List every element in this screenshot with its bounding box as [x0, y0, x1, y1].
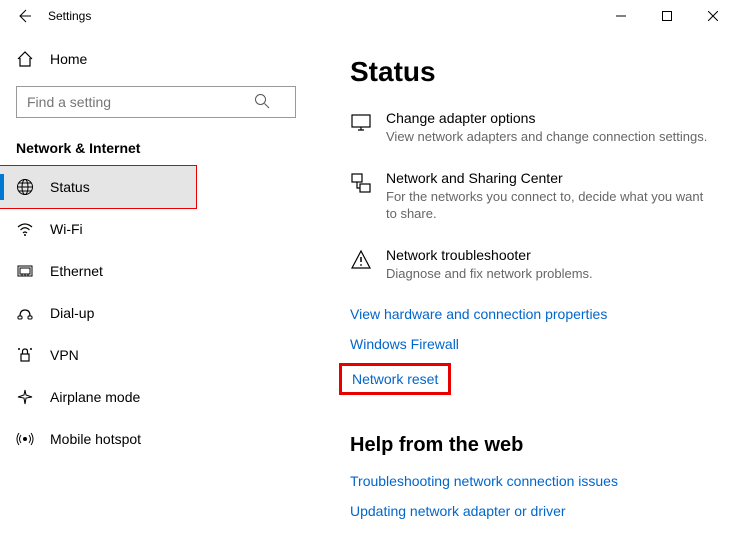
globe-icon: [16, 178, 34, 196]
monitor-icon: [350, 110, 372, 146]
home-icon: [16, 50, 34, 68]
option-troubleshooter[interactable]: Network troubleshooter Diagnose and fix …: [350, 247, 712, 283]
option-title: Network troubleshooter: [386, 247, 593, 263]
content-pane: Status Change adapter options View netwo…: [310, 32, 736, 559]
option-desc: View network adapters and change connect…: [386, 128, 707, 146]
warning-icon: [350, 247, 372, 283]
option-title: Change adapter options: [386, 110, 707, 126]
sidebar-item-label: Mobile hotspot: [50, 431, 141, 447]
help-link-troubleshooting[interactable]: Troubleshooting network connection issue…: [350, 473, 618, 489]
window-title: Settings: [48, 9, 91, 23]
wifi-icon: [16, 220, 34, 238]
option-sharing-center[interactable]: Network and Sharing Center For the netwo…: [350, 170, 712, 223]
option-change-adapter[interactable]: Change adapter options View network adap…: [350, 110, 712, 146]
help-title: Help from the web: [350, 434, 712, 457]
sidebar-item-vpn[interactable]: VPN: [0, 334, 310, 376]
sidebar-item-hotspot[interactable]: Mobile hotspot: [0, 418, 310, 460]
sidebar-item-airplane[interactable]: Airplane mode: [0, 376, 310, 418]
hotspot-icon: [16, 430, 34, 448]
option-title: Network and Sharing Center: [386, 170, 712, 186]
airplane-icon: [16, 388, 34, 406]
sidebar-item-label: VPN: [50, 347, 79, 363]
dialup-icon: [16, 304, 34, 322]
home-label: Home: [50, 51, 87, 67]
vpn-icon: [16, 346, 34, 364]
help-link-updating-adapter[interactable]: Updating network adapter or driver: [350, 503, 566, 519]
close-button[interactable]: [690, 0, 736, 32]
category-label: Network & Internet: [0, 126, 310, 166]
sidebar-item-ethernet[interactable]: Ethernet: [0, 250, 310, 292]
sidebar: Home Network & Internet Status: [0, 32, 310, 559]
link-hardware-properties[interactable]: View hardware and connection properties: [350, 306, 607, 322]
home-nav[interactable]: Home: [0, 40, 310, 78]
minimize-button[interactable]: [598, 0, 644, 32]
sidebar-item-label: Dial-up: [50, 305, 94, 321]
sidebar-item-wifi[interactable]: Wi-Fi: [0, 208, 310, 250]
sidebar-item-label: Wi-Fi: [50, 221, 83, 237]
sidebar-item-label: Ethernet: [50, 263, 103, 279]
option-desc: For the networks you connect to, decide …: [386, 188, 712, 223]
sidebar-item-label: Airplane mode: [50, 389, 140, 405]
network-icon: [350, 170, 372, 223]
link-network-reset[interactable]: Network reset: [342, 366, 448, 392]
back-button[interactable]: [16, 8, 32, 24]
page-title: Status: [350, 56, 712, 88]
ethernet-icon: [16, 262, 34, 280]
sidebar-item-label: Status: [50, 179, 90, 195]
sidebar-item-dialup[interactable]: Dial-up: [0, 292, 310, 334]
search-icon: [254, 93, 270, 109]
link-windows-firewall[interactable]: Windows Firewall: [350, 336, 459, 352]
maximize-button[interactable]: [644, 0, 690, 32]
option-desc: Diagnose and fix network problems.: [386, 265, 593, 283]
sidebar-item-status[interactable]: Status: [0, 166, 196, 208]
